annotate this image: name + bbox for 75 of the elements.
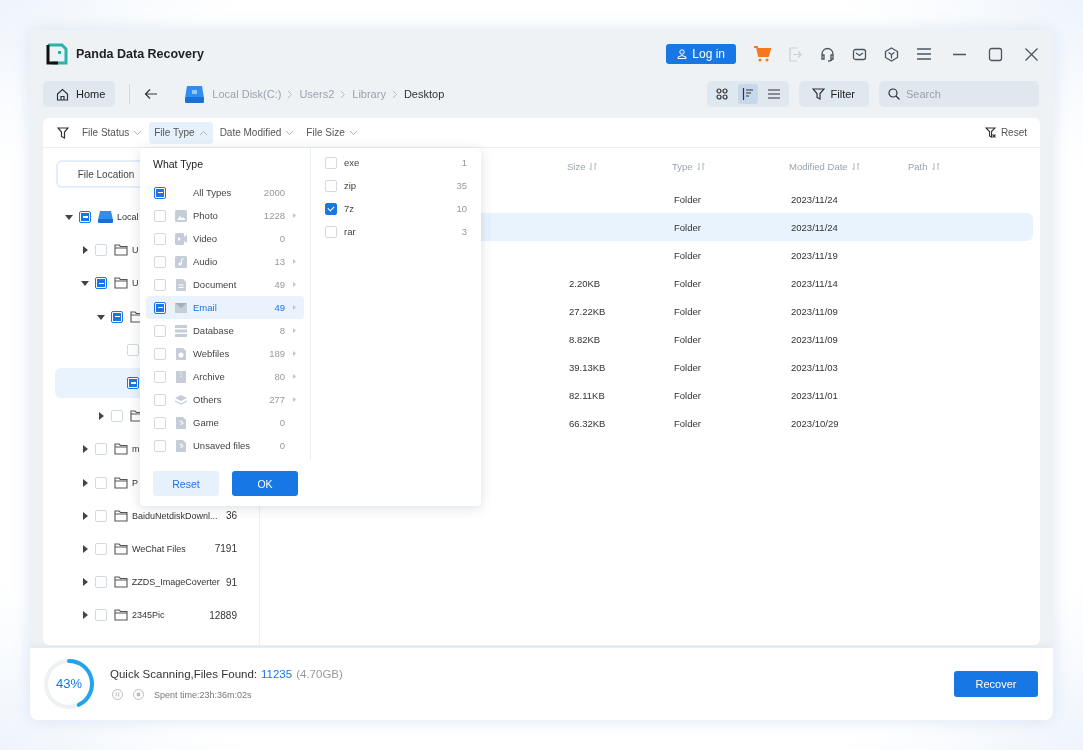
type-count: 0 [279, 233, 285, 244]
type-label: Email [193, 302, 218, 313]
table-cell-text: Folder [674, 221, 702, 233]
table-cell-text: Folder [674, 305, 702, 317]
table-cell-text: 39.13KB [569, 361, 607, 373]
type-label: Database [193, 325, 235, 336]
folder-name: ZZDS_ImageCoverter [131, 577, 220, 588]
file-count: 12889 [208, 609, 237, 621]
table-cell-text: 66.32KB [569, 417, 607, 429]
type-count: 49 [274, 279, 285, 290]
progress-percent: 43% [55, 676, 83, 691]
file-count: 36 [224, 510, 237, 522]
type-count: 49 [274, 302, 285, 313]
type-count: 189 [269, 348, 285, 359]
file-count: 7191 [213, 543, 237, 555]
table-cell-text: Folder [674, 277, 702, 289]
type-count: 0 [279, 417, 285, 428]
table-cell-text: 2023/11/09 [791, 333, 839, 345]
type-count: 0 [279, 440, 285, 451]
folder-name: U [132, 245, 139, 256]
table-cell-text: 2023/11/19 [791, 249, 839, 261]
total-size: (4.70GB) [296, 668, 343, 680]
type-count: 2000 [263, 187, 285, 198]
type-label: Audio [193, 256, 219, 267]
table-cell-text: Folder [674, 361, 702, 373]
table-cell-text: 2.20KB [569, 277, 602, 289]
subtype-count: 10 [456, 203, 467, 214]
subtype-count: 1 [461, 157, 467, 168]
type-label: All Types [193, 187, 233, 198]
table-cell-text: 82.11KB [569, 389, 606, 401]
table-cell-text: 2023/11/01 [791, 389, 839, 401]
type-label: Photo [193, 210, 219, 221]
table-cell-text: 2023/11/09 [791, 305, 839, 317]
type-label: Unsaved files [193, 440, 252, 451]
table-cell-text: 2023/11/24 [791, 221, 839, 233]
subtype-count: 3 [461, 226, 467, 237]
app-title: Panda Data Recovery [76, 47, 204, 61]
table-cell-text: 2023/11/24 [791, 193, 839, 205]
folder-name: BaiduNetdiskDownl... [132, 510, 218, 521]
type-count: 13 [274, 256, 285, 267]
folder-name: Local [117, 212, 139, 222]
files-found-count: 11235 [261, 668, 293, 680]
type-count: 277 [269, 394, 285, 405]
subtype-label: 7z [344, 203, 356, 214]
subtype-label: rar [344, 226, 357, 237]
subtype-label: zip [344, 180, 358, 191]
folder-name: WeChat Files [132, 543, 186, 554]
table-cell-text: Folder [674, 193, 702, 205]
type-count: 1228 [263, 210, 285, 221]
type-label: Others [193, 394, 223, 405]
table-cell-text: 2023/11/03 [791, 361, 839, 373]
type-label: Video [193, 233, 219, 244]
type-label: Archive [193, 371, 226, 382]
type-label: Game [193, 417, 220, 428]
folder-name: P [132, 477, 138, 488]
scan-status: Quick Scanning,Files Found: [110, 668, 258, 680]
table-cell-text: Folder [674, 417, 702, 429]
table-cell-text: 8.82KB [569, 333, 602, 345]
table-cell-text: Folder [674, 333, 702, 345]
subtype-label: exe [344, 157, 361, 168]
folder-name: m [132, 444, 140, 455]
table-cell-text: Folder [674, 249, 702, 261]
table-cell-text: 27.22KB [569, 305, 607, 317]
type-label: Webfiles [193, 348, 231, 359]
subtype-count: 35 [456, 180, 467, 191]
folder-name: 2345Pic [132, 610, 165, 621]
table-cell-text: 2023/10/29 [791, 417, 840, 429]
file-count: 91 [224, 576, 237, 588]
type-count: 80 [274, 371, 285, 382]
table-cell-text: 2023/11/14 [791, 277, 839, 289]
folder-name: U [132, 278, 139, 289]
type-count: 8 [279, 325, 285, 336]
type-label: Document [193, 279, 238, 290]
table-cell-text: Folder [674, 389, 702, 401]
spent-time: Spent time:23h:36m:02s [154, 689, 252, 700]
